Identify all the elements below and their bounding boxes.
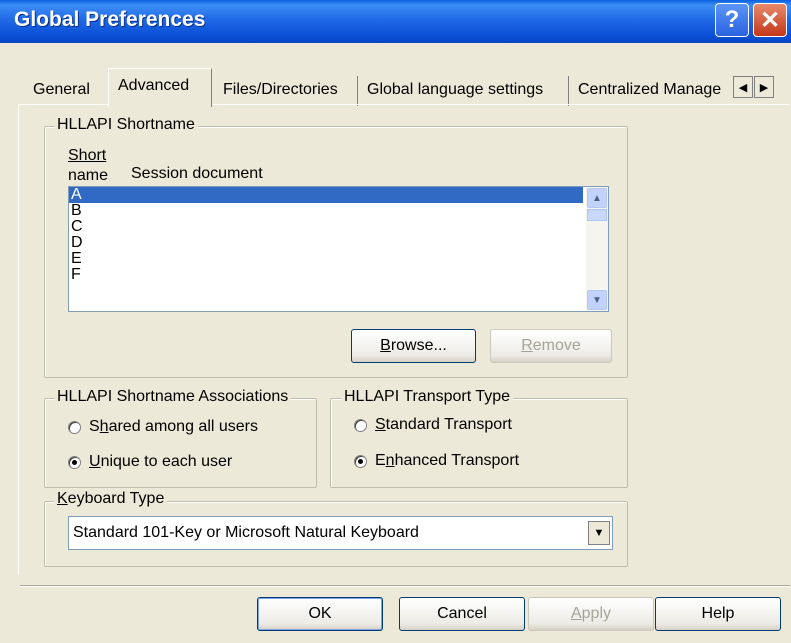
unique-to-each-user-option[interactable]: Unique to each user bbox=[68, 453, 232, 471]
shared-label-post: ared among all users bbox=[108, 418, 258, 435]
chevron-down-icon[interactable]: ▼ bbox=[588, 521, 610, 545]
associations-group-legend: HLLAPI Shortname Associations bbox=[54, 388, 292, 406]
browse-mnemonic: B bbox=[380, 337, 391, 354]
help-icon[interactable]: ? bbox=[715, 3, 749, 37]
tab-general[interactable]: General bbox=[24, 76, 110, 106]
transport-group bbox=[330, 398, 628, 488]
window-title: Global Preferences bbox=[14, 8, 206, 31]
scroll-up-icon[interactable]: ▲ bbox=[587, 188, 607, 208]
dialog-window: Global Preferences ? ✕ General Advanced … bbox=[0, 0, 791, 643]
remove-mnemonic: R bbox=[521, 337, 533, 354]
close-glyph: ✕ bbox=[759, 6, 781, 34]
column-header-short-line2[interactable]: name bbox=[68, 166, 108, 185]
footer-divider bbox=[20, 585, 790, 587]
scroll-down-icon[interactable]: ▼ bbox=[587, 290, 607, 310]
list-item[interactable]: E bbox=[69, 251, 583, 267]
help-glyph: ? bbox=[724, 6, 740, 33]
column-header-session-document[interactable]: Session document bbox=[131, 164, 263, 183]
tab-scroll-right-icon[interactable]: ▶ bbox=[754, 76, 774, 98]
tab-advanced[interactable]: Advanced bbox=[108, 68, 212, 107]
unique-radio[interactable] bbox=[68, 455, 81, 469]
scroll-thumb[interactable] bbox=[587, 209, 607, 221]
title-bar[interactable]: Global Preferences ? ✕ bbox=[0, 0, 791, 43]
shortname-group-legend: HLLAPI Shortname bbox=[54, 116, 198, 134]
tab-scroll-left-icon[interactable]: ◀ bbox=[733, 76, 753, 98]
standard-label-post: tandard Transport bbox=[385, 416, 512, 433]
close-icon[interactable]: ✕ bbox=[753, 3, 787, 37]
remove-button[interactable]: Remove bbox=[490, 329, 612, 363]
ok-button[interactable]: OK bbox=[257, 597, 383, 631]
keyboard-legend-post: eyboard Type bbox=[67, 490, 165, 507]
short-mnemonic: Short bbox=[68, 147, 107, 164]
standard-transport-radio[interactable] bbox=[354, 418, 367, 432]
keyboard-group-legend: Keyboard Type bbox=[54, 490, 168, 508]
list-item[interactable]: A bbox=[69, 187, 583, 203]
keyboard-type-select[interactable]: Standard 101-Key or Microsoft Natural Ke… bbox=[68, 516, 613, 550]
shared-among-users-option[interactable]: Sh ared among all users bbox=[68, 418, 258, 436]
associations-group bbox=[44, 398, 317, 488]
list-item[interactable]: F bbox=[69, 267, 583, 283]
tab-centralized-management[interactable]: Centralized Manage bbox=[568, 76, 733, 106]
shortname-listbox[interactable]: A B C D E F ▲ ▼ bbox=[68, 186, 609, 312]
apply-label-post: pply bbox=[581, 605, 612, 622]
remove-label-post: emove bbox=[532, 337, 581, 354]
column-header-short-line1[interactable]: Short bbox=[68, 146, 106, 165]
tab-strip: General Advanced Files/Directories Globa… bbox=[24, 68, 790, 107]
enhanced-label-post: hanced Transport bbox=[394, 452, 520, 469]
unique-mnemonic: U bbox=[89, 453, 101, 470]
standard-transport-option[interactable]: Standard Transport bbox=[354, 416, 512, 434]
standard-mnemonic: S bbox=[375, 416, 386, 433]
keyboard-type-value: Standard 101-Key or Microsoft Natural Ke… bbox=[73, 524, 419, 541]
transport-group-legend: HLLAPI Transport Type bbox=[341, 388, 514, 406]
keyboard-mnemonic: K bbox=[57, 490, 68, 507]
enhanced-label-pre: E bbox=[375, 452, 386, 469]
listbox-scrollbar[interactable]: ▲ ▼ bbox=[586, 187, 608, 311]
help-button[interactable]: Help bbox=[655, 597, 781, 631]
shared-label-pre: S bbox=[89, 418, 100, 435]
apply-mnemonic: A bbox=[570, 605, 582, 622]
apply-button[interactable]: Apply bbox=[528, 597, 654, 631]
shared-radio[interactable] bbox=[68, 420, 81, 434]
tab-global-language-settings[interactable]: Global language settings bbox=[357, 76, 568, 106]
list-item[interactable]: D bbox=[69, 235, 583, 251]
list-item[interactable]: C bbox=[69, 219, 583, 235]
cancel-button[interactable]: Cancel bbox=[399, 597, 525, 631]
shared-mnemonic: h bbox=[99, 418, 109, 435]
unique-label-post: nique to each user bbox=[100, 453, 233, 470]
enhanced-mnemonic: n bbox=[385, 452, 395, 469]
list-item[interactable]: B bbox=[69, 203, 583, 219]
enhanced-transport-radio[interactable] bbox=[354, 454, 367, 468]
tab-files-directories[interactable]: Files/Directories bbox=[214, 76, 360, 106]
browse-label-post: rowse... bbox=[390, 337, 447, 354]
enhanced-transport-option[interactable]: En hanced Transport bbox=[354, 452, 519, 470]
browse-button[interactable]: Browse... bbox=[351, 329, 476, 363]
